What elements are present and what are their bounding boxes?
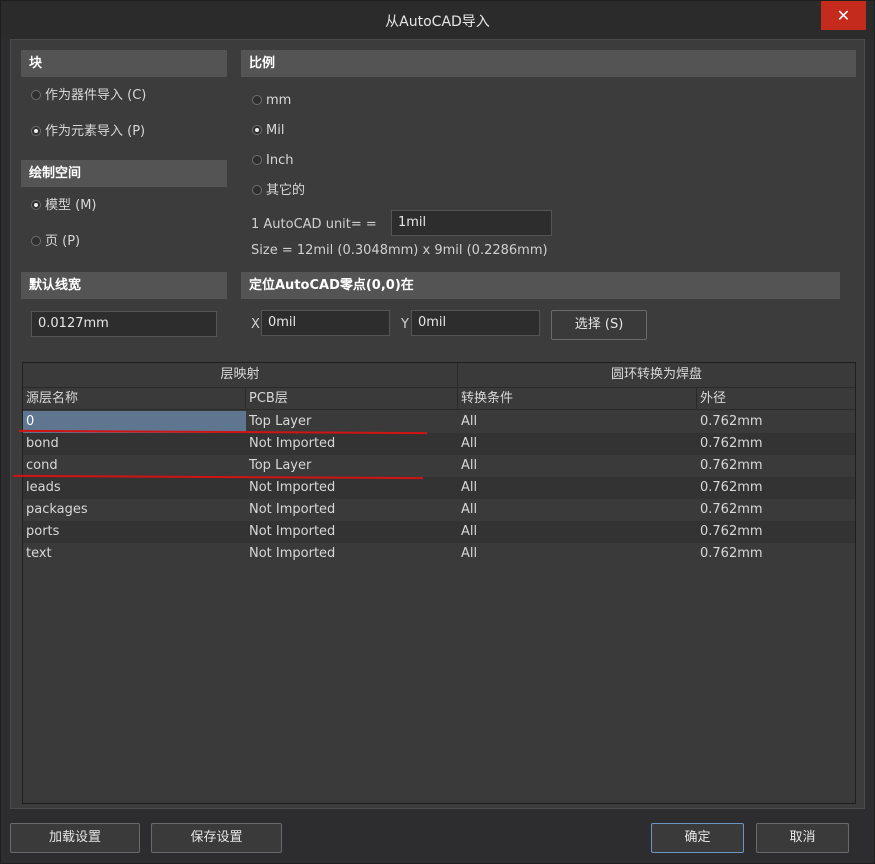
dialog-body: 块 作为器件导入 (C) 作为元素导入 (P) 绘制空间 模型 (M) 页 (P…: [10, 39, 865, 809]
diameter-cell[interactable]: 0.762mm: [697, 499, 855, 521]
pcb-layer-cell[interactable]: Not Imported: [246, 499, 458, 521]
column-pcb-layer[interactable]: PCB层: [246, 388, 458, 410]
model-space-label: 模型 (M): [45, 198, 97, 213]
ring-convert-group-header: 圆环转换为焊盘: [458, 363, 855, 388]
layer-mapping-table: 层映射 圆环转换为焊盘 源层名称 PCB层 转换条件 外径 0 Top Layer…: [22, 362, 856, 804]
unit-value-input[interactable]: 1mil: [391, 210, 552, 236]
scale-other-label: 其它的: [266, 183, 306, 198]
radio-icon: [252, 155, 262, 165]
radio-selected-icon: [31, 126, 41, 136]
ok-button[interactable]: 确定: [651, 823, 744, 853]
table-row[interactable]: ports Not Imported All 0.762mm: [23, 521, 855, 543]
radio-icon: [31, 90, 41, 100]
cancel-button[interactable]: 取消: [756, 823, 849, 853]
import-dialog: 从AutoCAD导入 ✕ 块 作为器件导入 (C) 作为元素导入 (P) 绘制空…: [0, 0, 875, 864]
scale-other-radio[interactable]: 其它的: [252, 181, 305, 201]
dialog-title: 从AutoCAD导入: [385, 14, 490, 30]
source-layer-cell[interactable]: leads: [23, 477, 246, 499]
diameter-cell[interactable]: 0.762mm: [697, 477, 855, 499]
select-origin-button[interactable]: 选择 (S): [551, 310, 647, 340]
table-row[interactable]: leads Not Imported All 0.762mm: [23, 477, 855, 499]
origin-x-input[interactable]: 0mil: [261, 310, 390, 336]
source-layer-cell[interactable]: ports: [23, 521, 246, 543]
condition-cell[interactable]: All: [458, 521, 697, 543]
source-layer-cell[interactable]: bond: [23, 433, 246, 455]
table-row[interactable]: text Not Imported All 0.762mm: [23, 543, 855, 565]
pcb-layer-cell[interactable]: Not Imported: [246, 521, 458, 543]
drawing-space-section-header: 绘制空间: [21, 160, 227, 187]
save-settings-button[interactable]: 保存设置: [151, 823, 282, 853]
condition-cell[interactable]: All: [458, 455, 697, 477]
default-width-input[interactable]: 0.0127mm: [31, 311, 217, 337]
scale-mm-radio[interactable]: mm: [252, 91, 291, 111]
model-space-radio[interactable]: 模型 (M): [31, 196, 97, 216]
origin-y-input[interactable]: 0mil: [411, 310, 540, 336]
scale-mm-label: mm: [266, 93, 292, 108]
condition-cell[interactable]: All: [458, 543, 697, 565]
layer-map-group-header: 层映射: [23, 363, 458, 388]
radio-icon: [252, 185, 262, 195]
load-settings-button[interactable]: 加载设置: [10, 823, 140, 853]
import-as-primitive-radio[interactable]: 作为元素导入 (P): [31, 122, 145, 142]
radio-selected-icon: [31, 200, 41, 210]
page-space-radio[interactable]: 页 (P): [31, 232, 80, 252]
default-width-section-header: 默认线宽: [21, 272, 227, 299]
table-row[interactable]: bond Not Imported All 0.762mm: [23, 433, 855, 455]
diameter-cell[interactable]: 0.762mm: [697, 455, 855, 477]
condition-cell[interactable]: All: [458, 411, 697, 433]
title-bar: 从AutoCAD导入 ✕: [1, 1, 874, 39]
import-as-component-radio[interactable]: 作为器件导入 (C): [31, 86, 146, 106]
column-outer-diameter[interactable]: 外径: [697, 388, 855, 410]
pcb-layer-cell[interactable]: Top Layer: [246, 455, 458, 477]
condition-cell[interactable]: All: [458, 433, 697, 455]
scale-inch-radio[interactable]: Inch: [252, 151, 293, 171]
source-layer-cell[interactable]: packages: [23, 499, 246, 521]
radio-icon: [252, 95, 262, 105]
column-source-layer[interactable]: 源层名称: [23, 388, 246, 410]
pcb-layer-cell[interactable]: Not Imported: [246, 477, 458, 499]
diameter-cell[interactable]: 0.762mm: [697, 543, 855, 565]
condition-cell[interactable]: All: [458, 499, 697, 521]
import-as-component-label: 作为器件导入 (C): [45, 88, 147, 103]
scale-inch-label: Inch: [266, 153, 294, 168]
radio-selected-icon: [252, 125, 262, 135]
unit-label: 1 AutoCAD unit= =: [251, 217, 377, 232]
diameter-cell[interactable]: 0.762mm: [697, 521, 855, 543]
scale-mil-label: Mil: [266, 123, 285, 138]
source-layer-cell[interactable]: cond: [23, 455, 246, 477]
table-row[interactable]: packages Not Imported All 0.762mm: [23, 499, 855, 521]
page-space-label: 页 (P): [45, 234, 81, 249]
column-condition[interactable]: 转换条件: [458, 388, 697, 410]
origin-x-label: X: [251, 317, 260, 332]
import-as-primitive-label: 作为元素导入 (P): [45, 124, 146, 139]
diameter-cell[interactable]: 0.762mm: [697, 433, 855, 455]
size-info-text: Size = 12mil (0.3048mm) x 9mil (0.2286mm…: [251, 243, 548, 258]
condition-cell[interactable]: All: [458, 477, 697, 499]
table-row[interactable]: cond Top Layer All 0.762mm: [23, 455, 855, 477]
pcb-layer-cell[interactable]: Not Imported: [246, 433, 458, 455]
source-layer-cell[interactable]: text: [23, 543, 246, 565]
origin-section-header: 定位AutoCAD零点(0,0)在: [241, 272, 840, 299]
diameter-cell[interactable]: 0.762mm: [697, 411, 855, 433]
origin-y-label: Y: [401, 317, 409, 332]
pcb-layer-cell[interactable]: Not Imported: [246, 543, 458, 565]
blocks-section-header: 块: [21, 50, 227, 77]
pcb-layer-cell[interactable]: Top Layer: [246, 411, 458, 433]
scale-mil-radio[interactable]: Mil: [252, 121, 284, 141]
close-button[interactable]: ✕: [821, 1, 866, 30]
radio-icon: [31, 236, 41, 246]
scale-section-header: 比例: [241, 50, 856, 77]
